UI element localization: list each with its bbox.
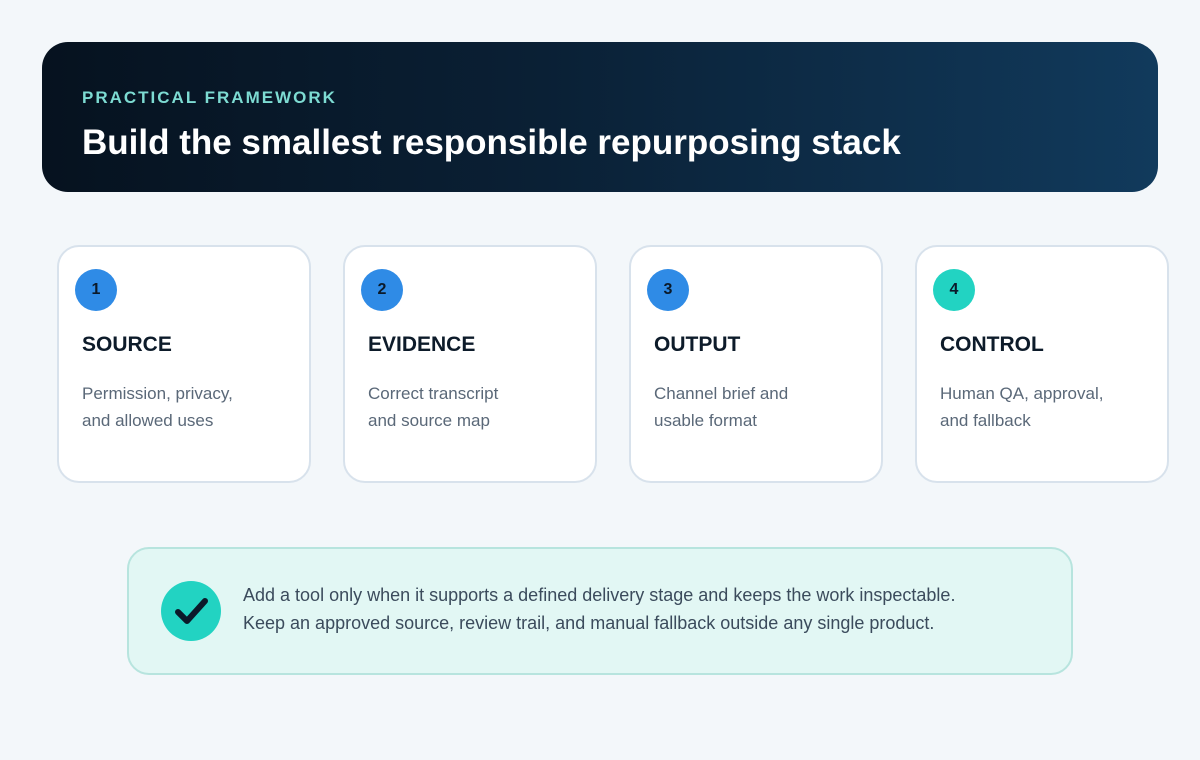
guidance-text: Add a tool only when it supports a defin… (243, 581, 1043, 637)
step-number-badge: 1 (75, 269, 117, 311)
step-title: OUTPUT (654, 333, 741, 356)
step-card-evidence: 2 EVIDENCE Correct transcript and source… (343, 245, 597, 483)
step-card-control: 4 CONTROL Human QA, approval, and fallba… (915, 245, 1169, 483)
page-title: Build the smallest responsible repurposi… (82, 123, 901, 162)
step-description-line: Channel brief and (654, 384, 789, 403)
check-icon (161, 581, 221, 641)
eyebrow-label: PRACTICAL FRAMEWORK (82, 88, 337, 107)
step-description-line: and source map (368, 411, 490, 430)
steps-row: 1 SOURCE Permission, privacy, and allowe… (57, 245, 1169, 483)
step-description-line: and allowed uses (82, 411, 214, 430)
guidance-line: Keep an approved source, review trail, a… (243, 613, 935, 633)
guidance-line: Add a tool only when it supports a defin… (243, 585, 956, 605)
step-card-output: 3 OUTPUT Channel brief and usable format (629, 245, 883, 483)
step-number-badge: 3 (647, 269, 689, 311)
step-title: CONTROL (940, 333, 1044, 356)
step-number-badge: 4 (933, 269, 975, 311)
step-title: EVIDENCE (368, 333, 476, 356)
step-description-line: Permission, privacy, (82, 384, 233, 403)
step-description-line: Correct transcript (368, 384, 499, 403)
guidance-callout: Add a tool only when it supports a defin… (127, 547, 1073, 675)
step-description: Permission, privacy, and allowed uses (82, 380, 282, 434)
step-description: Correct transcript and source map (368, 380, 568, 434)
step-description-line: Human QA, approval, (940, 384, 1104, 403)
step-description: Human QA, approval, and fallback (940, 380, 1140, 434)
step-description: Channel brief and usable format (654, 380, 854, 434)
step-number-badge: 2 (361, 269, 403, 311)
step-description-line: and fallback (940, 411, 1031, 430)
step-card-source: 1 SOURCE Permission, privacy, and allowe… (57, 245, 311, 483)
header-banner: PRACTICAL FRAMEWORK Build the smallest r… (42, 42, 1158, 192)
step-title: SOURCE (82, 333, 172, 356)
step-description-line: usable format (654, 411, 757, 430)
